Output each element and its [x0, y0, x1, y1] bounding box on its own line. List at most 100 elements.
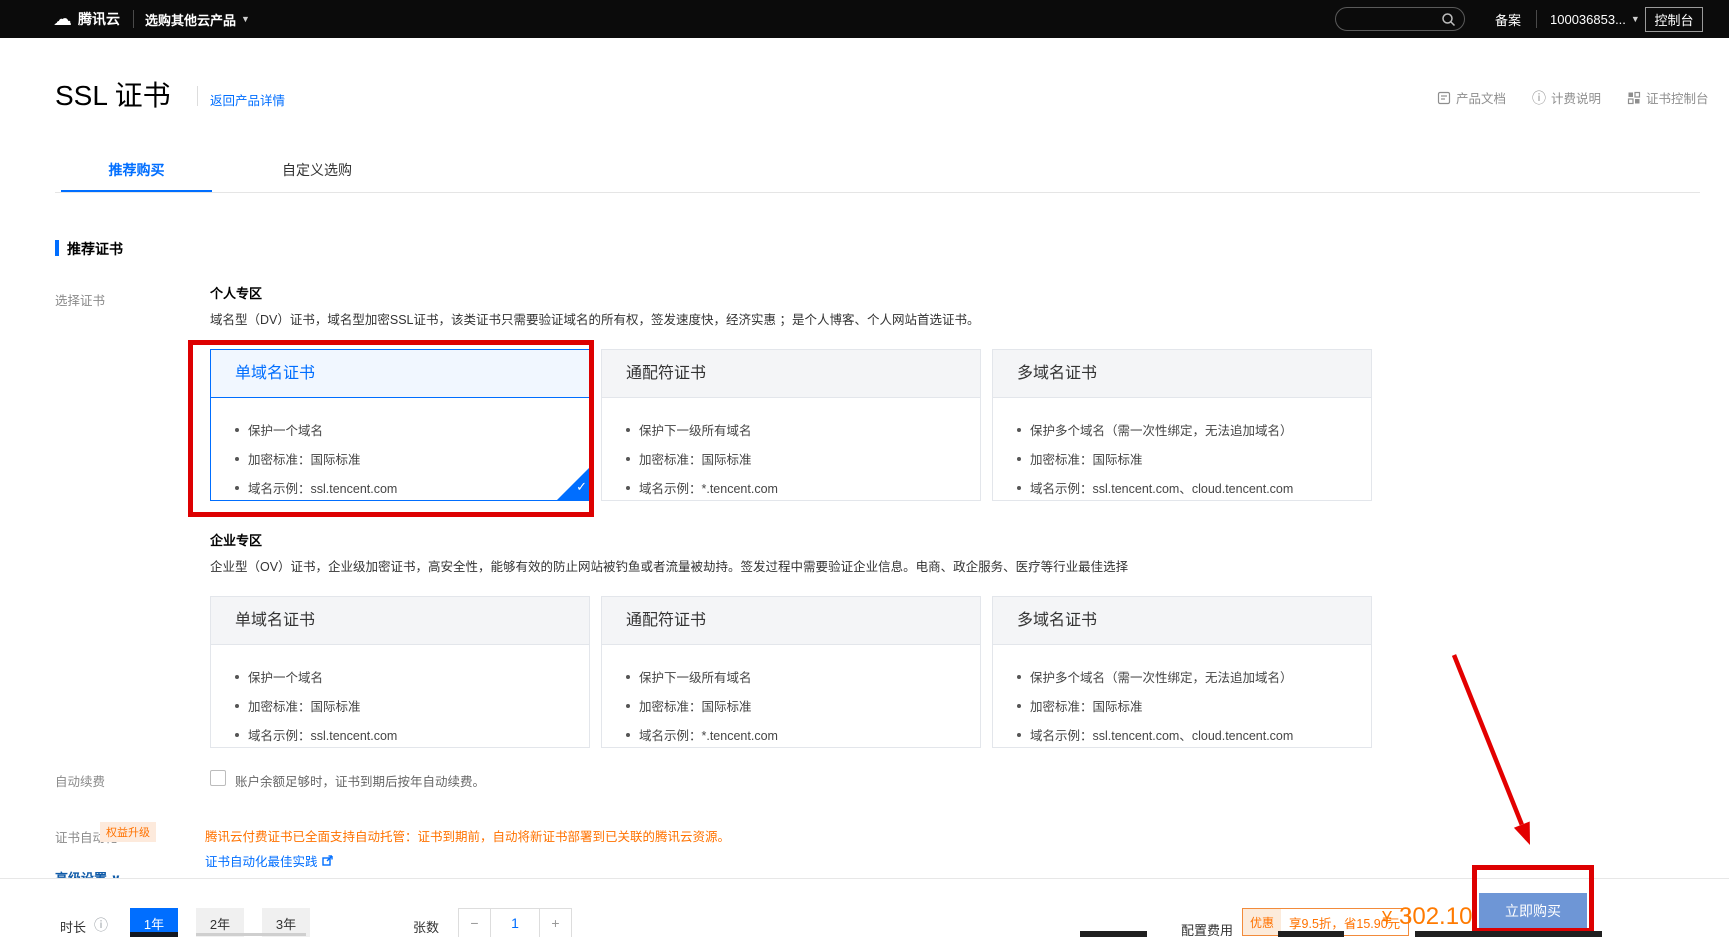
card-bullet: 加密标准：国际标准: [1017, 691, 1371, 720]
annotation-arrow: [1430, 630, 1560, 860]
cost-label: 配置费用: [1181, 920, 1233, 937]
product-doc-link[interactable]: 产品文档: [1437, 88, 1506, 107]
console-label: 控制台: [1654, 10, 1693, 29]
bullet-text: 保护一个域名: [248, 420, 323, 439]
search-icon[interactable]: [1441, 12, 1456, 27]
card-body: 保护下一级所有域名 加密标准：国际标准 域名示例：*.tencent.com: [602, 398, 980, 502]
card-personal-wildcard[interactable]: 通配符证书 保护下一级所有域名 加密标准：国际标准 域名示例：*.tencent…: [601, 349, 981, 501]
autorenew-checkbox[interactable]: [210, 770, 226, 786]
select-cert-label: 选择证书: [55, 290, 105, 309]
personal-zone-title: 个人专区: [210, 283, 262, 302]
bullet-text: 保护下一级所有域名: [639, 667, 752, 686]
account-id: 100036853...: [1550, 12, 1626, 27]
bullet-text: 加密标准：国际标准: [248, 449, 361, 468]
automation-link-label: 证书自动化最佳实践: [205, 851, 318, 870]
nav-menu-label: 选购其他云产品: [145, 10, 236, 29]
clipped-bottom-element: [1080, 931, 1147, 937]
bullet-text: 保护一个域名: [248, 667, 323, 686]
search-box[interactable]: [1335, 7, 1465, 31]
clipped-bottom-element: [1278, 931, 1344, 937]
nav-beian-link[interactable]: 备案: [1495, 0, 1521, 38]
enterprise-zone-title: 企业专区: [210, 530, 262, 549]
card-bullet: 域名示例：*.tencent.com: [626, 720, 980, 749]
card-body: 保护一个域名 加密标准：国际标准 域名示例：ssl.tencent.com: [211, 645, 589, 749]
title-divider: [197, 86, 198, 106]
selected-check-icon: ✓: [557, 468, 589, 500]
automation-notice-text: 腾讯云付费证书已全面支持自动托管：证书到期前，自动将新证书部署到已关联的腾讯云资…: [205, 826, 730, 845]
bullet-text: 域名示例：*.tencent.com: [639, 478, 778, 497]
page-title: SSL 证书: [55, 74, 171, 114]
benefit-upgrade-badge: 权益升级: [100, 822, 156, 842]
bullet-dot: [235, 704, 239, 708]
card-bullet: 加密标准：国际标准: [235, 691, 589, 720]
info-icon[interactable]: ⓘ: [94, 915, 108, 935]
tabbar-border: [55, 192, 1700, 193]
card-bullet: 域名示例：ssl.tencent.com: [235, 473, 589, 502]
clipped-bottom-element: [130, 932, 178, 937]
tencent-cloud-logo[interactable]: ☁ 腾讯云: [53, 0, 120, 38]
back-to-product-link[interactable]: 返回产品详情: [210, 90, 285, 109]
card-title: 多域名证书: [993, 597, 1371, 645]
cert-console-link[interactable]: 证书控制台: [1627, 88, 1709, 107]
nav-menu-other-products[interactable]: 选购其他云产品 ▼: [145, 0, 250, 38]
bullet-dot: [626, 486, 630, 490]
card-personal-multi-domain[interactable]: 多域名证书 保护多个域名（需一次性绑定，无法追加域名） 加密标准：国际标准 域名…: [992, 349, 1372, 501]
bullet-dot: [1017, 486, 1021, 490]
tab-custom-select[interactable]: 自定义选购: [282, 160, 352, 180]
bullet-dot: [235, 733, 239, 737]
card-body: 保护多个域名（需一次性绑定，无法追加域名） 加密标准：国际标准 域名示例：ssl…: [993, 645, 1371, 749]
currency-symbol: ¥: [1382, 908, 1392, 929]
clipped-bottom-element: [196, 933, 306, 936]
card-bullet: 加密标准：国际标准: [1017, 444, 1371, 473]
bullet-text: 域名示例：ssl.tencent.com: [248, 725, 397, 744]
billing-info-link[interactable]: ⓘ 计费说明: [1532, 88, 1601, 107]
quantity-value[interactable]: 1: [490, 908, 540, 937]
card-enterprise-single-domain[interactable]: 单域名证书 保护一个域名 加密标准：国际标准 域名示例：ssl.tencent.…: [210, 596, 590, 748]
bullet-dot: [1017, 675, 1021, 679]
bullet-text: 域名示例：ssl.tencent.com: [248, 478, 397, 497]
bullet-text: 加密标准：国际标准: [639, 696, 752, 715]
info-icon: ⓘ: [1532, 91, 1546, 105]
card-title: 单域名证书: [211, 597, 589, 645]
discount-tag: 优惠: [1243, 909, 1281, 935]
card-title: 多域名证书: [993, 350, 1371, 398]
bullet-dot: [626, 675, 630, 679]
card-bullet: 加密标准：国际标准: [235, 444, 589, 473]
bullet-dot: [235, 457, 239, 461]
automation-best-practice-link[interactable]: 证书自动化最佳实践: [205, 851, 333, 870]
bullet-dot: [1017, 428, 1021, 432]
card-title: 通配符证书: [602, 597, 980, 645]
clipped-bottom-element: [1415, 931, 1602, 937]
console-button[interactable]: 控制台: [1645, 7, 1703, 32]
bullet-text: 域名示例：*.tencent.com: [639, 725, 778, 744]
card-enterprise-multi-domain[interactable]: 多域名证书 保护多个域名（需一次性绑定，无法追加域名） 加密标准：国际标准 域名…: [992, 596, 1372, 748]
buy-now-button[interactable]: 立即购买: [1479, 893, 1587, 928]
quantity-label: 张数: [413, 917, 439, 936]
card-title: 单域名证书: [211, 350, 589, 398]
card-enterprise-wildcard[interactable]: 通配符证书 保护下一级所有域名 加密标准：国际标准 域名示例：*.tencent…: [601, 596, 981, 748]
autorenew-label: 自动续费: [55, 771, 105, 790]
bullet-dot: [626, 733, 630, 737]
nav-divider: [133, 10, 134, 28]
card-personal-single-domain[interactable]: 单域名证书 保护一个域名 加密标准：国际标准 域名示例：ssl.tencent.…: [210, 349, 590, 501]
card-bullet: 域名示例：ssl.tencent.com、cloud.tencent.com: [1017, 473, 1371, 502]
card-bullet: 保护一个域名: [235, 662, 589, 691]
search-input[interactable]: [1345, 12, 1441, 26]
chevron-down-icon: ▼: [1631, 14, 1640, 24]
card-bullet: 加密标准：国际标准: [626, 444, 980, 473]
card-bullet: 域名示例：*.tencent.com: [626, 473, 980, 502]
bullet-text: 域名示例：ssl.tencent.com、cloud.tencent.com: [1030, 478, 1293, 497]
document-icon: [1437, 91, 1451, 105]
quantity-plus-button[interactable]: +: [539, 908, 572, 937]
bullet-text: 保护下一级所有域名: [639, 420, 752, 439]
card-body: 保护下一级所有域名 加密标准：国际标准 域名示例：*.tencent.com: [602, 645, 980, 749]
tab-recommended-buy[interactable]: 推荐购买: [61, 160, 212, 180]
ssl-purchase-page: ☁ 腾讯云 选购其他云产品 ▼ 备案 100036853... ▼ 控制台 SS…: [0, 0, 1729, 937]
bullet-dot: [626, 428, 630, 432]
account-dropdown[interactable]: 100036853... ▼: [1550, 0, 1640, 38]
card-body: 保护多个域名（需一次性绑定，无法追加域名） 加密标准：国际标准 域名示例：ssl…: [993, 398, 1371, 502]
card-bullet: 保护下一级所有域名: [626, 662, 980, 691]
bullet-dot: [1017, 704, 1021, 708]
grid-icon: [1627, 91, 1641, 105]
quantity-minus-button[interactable]: −: [458, 908, 491, 937]
